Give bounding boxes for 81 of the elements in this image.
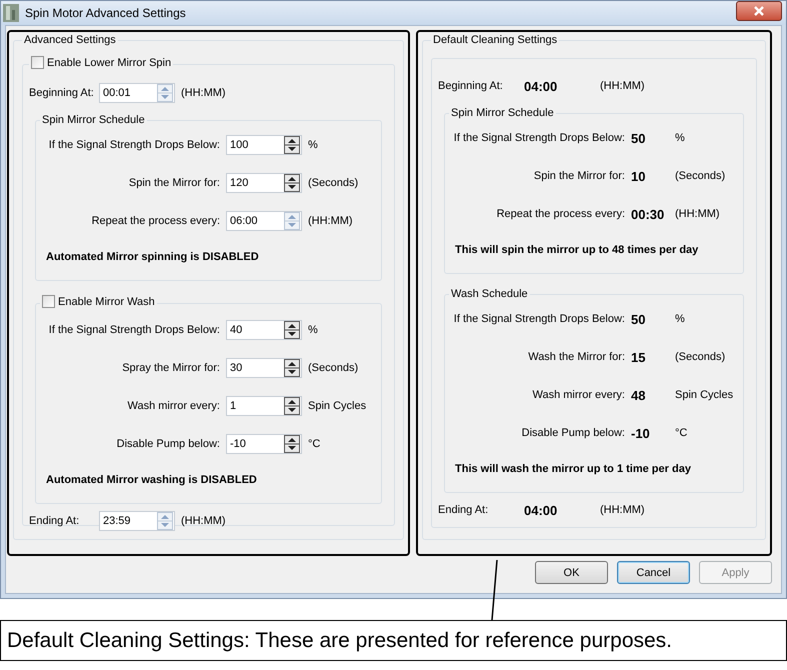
field-label: If the Signal Strength Drops Below: xyxy=(452,132,625,144)
checkbox[interactable] xyxy=(42,295,55,308)
group-title: Wash Schedule xyxy=(450,288,529,300)
spin-box[interactable]: 00:01 xyxy=(99,83,175,103)
unit-label: Spin Cycles xyxy=(675,389,734,401)
field-label: Beginning At: xyxy=(438,80,504,92)
checkbox-label[interactable]: Enable Lower Mirror Spin xyxy=(47,56,172,68)
close-button[interactable] xyxy=(736,1,782,21)
checkbox[interactable] xyxy=(31,56,44,69)
unit-label: (HH:MM) xyxy=(308,215,354,227)
spin-box[interactable]: 120 xyxy=(226,173,302,193)
spinner-icon[interactable] xyxy=(284,397,300,415)
unit-label: °C xyxy=(308,438,322,450)
dialog-button[interactable]: OK xyxy=(535,561,608,584)
unit-label: °C xyxy=(675,427,688,439)
field-label: Wash mirror every: xyxy=(532,389,625,401)
spin-box[interactable]: 1 xyxy=(226,396,302,416)
group-title: Advanced Settings xyxy=(23,34,117,46)
spin-box[interactable]: 23:59 xyxy=(99,511,175,531)
unit-label: (Seconds) xyxy=(308,362,360,374)
unit-label: % xyxy=(308,324,319,336)
field-label: Disable Pump below: xyxy=(116,438,220,450)
unit-label: (HH:MM) xyxy=(181,87,226,99)
status-text: This will wash the mirror up to 1 time per day xyxy=(454,462,692,477)
field-label: If the Signal Strength Drops Below: xyxy=(48,139,220,151)
unit-label: (Seconds) xyxy=(675,351,726,363)
field-label: Disable Pump below: xyxy=(520,427,625,439)
group-title: Spin Mirror Schedule xyxy=(450,107,555,119)
field-label: If the Signal Strength Drops Below: xyxy=(452,313,625,325)
value-text: 00:30 xyxy=(631,206,666,222)
value-text: 10 xyxy=(631,168,646,184)
spin-box[interactable]: 06:00 xyxy=(226,211,302,231)
field-label: Repeat the process every: xyxy=(496,208,625,220)
unit-label: % xyxy=(675,132,686,144)
callout-caption: Default Cleaning Settings: These are presented for reference purposes. xyxy=(0,620,787,661)
field-label: Wash the Mirror for: xyxy=(527,351,625,363)
app-icon xyxy=(3,4,19,22)
value-text: -10 xyxy=(631,426,651,440)
spinner-icon[interactable] xyxy=(284,174,300,192)
spin-box[interactable]: -10 xyxy=(226,434,302,454)
close-icon xyxy=(753,6,765,16)
field-label: Ending At: xyxy=(29,515,80,527)
value-text: 50 xyxy=(631,312,646,326)
group-title: Default Cleaning Settings xyxy=(432,34,558,46)
window-title: Spin Motor Advanced Settings xyxy=(25,6,187,20)
field-label: Ending At: xyxy=(438,504,490,516)
field-label: Spray the Mirror for: xyxy=(121,362,220,374)
spin-box[interactable]: 30 xyxy=(226,358,302,378)
unit-label: % xyxy=(675,313,686,325)
spin-box[interactable]: 40 xyxy=(226,320,302,340)
checkbox-label[interactable]: Enable Mirror Wash xyxy=(58,296,155,308)
value-text: 50 xyxy=(631,130,646,146)
spinner-icon[interactable] xyxy=(284,136,300,154)
field-label: Spin the Mirror for: xyxy=(532,170,625,182)
unit-label: (HH:MM) xyxy=(600,504,645,516)
unit-label: Spin Cycles xyxy=(308,400,368,412)
unit-label: (Seconds) xyxy=(308,177,360,189)
value-text: 04:00 xyxy=(524,502,558,518)
value-text: 04:00 xyxy=(524,78,558,94)
unit-label: (Seconds) xyxy=(675,170,726,182)
spin-box[interactable]: 100 xyxy=(226,135,302,155)
unit-label: (HH:MM) xyxy=(675,208,721,220)
status-text: This will spin the mirror up to 48 times per day xyxy=(454,243,700,258)
leader-line xyxy=(490,560,500,620)
field-label: Repeat the process every: xyxy=(90,215,220,227)
unit-label: % xyxy=(308,139,319,151)
value-text: 15 xyxy=(631,350,646,364)
value-text: 48 xyxy=(631,388,646,402)
spinner-icon[interactable] xyxy=(284,321,300,339)
status-text: Automated Mirror spinning is DISABLED xyxy=(45,250,260,265)
unit-label: (HH:MM) xyxy=(600,80,645,92)
field-label: If the Signal Strength Drops Below: xyxy=(48,324,220,336)
field-label: Beginning At: xyxy=(29,87,93,99)
spinner-icon[interactable] xyxy=(284,359,300,377)
status-text: Automated Mirror washing is DISABLED xyxy=(45,473,258,488)
spinner-icon[interactable] xyxy=(284,435,300,453)
group-title: Spin Mirror Schedule xyxy=(41,114,146,126)
field-label: Spin the Mirror for: xyxy=(128,177,220,189)
unit-label: (HH:MM) xyxy=(181,515,226,527)
field-label: Wash mirror every: xyxy=(126,400,220,412)
dialog-button[interactable]: Cancel xyxy=(617,561,690,584)
